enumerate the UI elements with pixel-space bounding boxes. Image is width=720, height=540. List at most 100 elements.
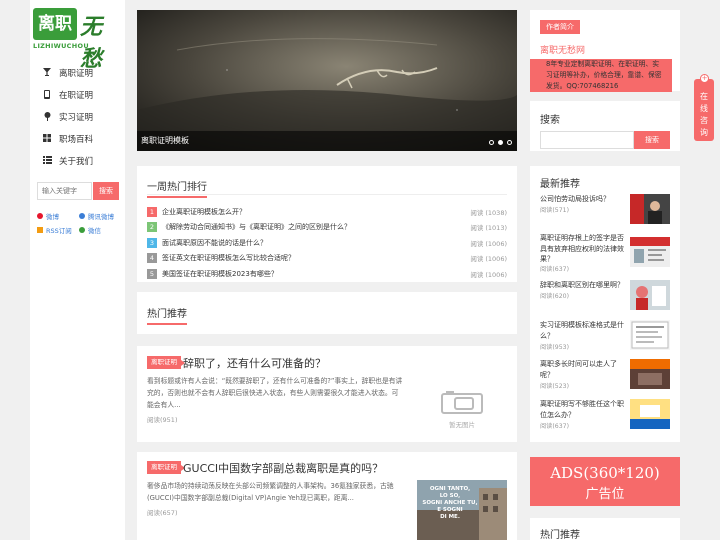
nav-label: 离职证明 [59, 69, 94, 79]
author-panel: 作者简介 离职无愁网 8年专业定制离职证明、在职证明、实 习证明等补办，价格合理… [530, 10, 680, 92]
news-thumbnail[interactable] [630, 194, 670, 224]
ad-line-1: ADS(360*120) [550, 464, 660, 482]
list-item[interactable]: 2 《解除劳动合同通知书》与《离职证明》之间的区别是什么？ 阅读 (1013) [147, 220, 507, 236]
category-tag[interactable]: 离职证明 [147, 461, 185, 474]
phone-icon [40, 89, 54, 101]
slider-dot[interactable] [507, 140, 512, 145]
news-title[interactable]: 公司怕劳动局投诉吗？ [540, 194, 626, 205]
hot-item-title[interactable]: 企业离职证明模板怎么开？ [162, 207, 246, 217]
pin-icon [40, 111, 54, 123]
list-item[interactable]: 实习证明模板标准格式是什么？ 阅读(953) [540, 320, 670, 354]
article-card[interactable]: 离职证明 GUCCI中国数字部副总裁离职是真的吗？ 奢侈品市场的持续动荡反映在头… [137, 452, 517, 540]
news-title[interactable]: 离职证明存根上的签字是否具有放弃相应权利的法律效果？ [540, 233, 626, 265]
read-count: 阅读 (1013) [470, 224, 507, 233]
camera-icon [441, 391, 483, 414]
news-thumbnail[interactable] [630, 359, 670, 389]
author-badge: 作者简介 [540, 20, 580, 34]
read-count: 阅读(620) [540, 293, 570, 300]
author-name[interactable]: 离职无愁网 [540, 43, 585, 56]
weekly-hot-panel: 一周热门排行 1 企业离职证明模板怎么开？ 阅读 (1038) 2 《解除劳动合… [137, 166, 517, 282]
read-count: 阅读 (1006) [470, 255, 507, 264]
excerpt-line: (GUCCI)中国数字部副总裁(Digital VP)Angie Yeh现已离职… [147, 494, 354, 502]
list-item[interactable]: 4 签证英文在职证明模板怎么写比较合适呢？ 阅读 (1006) [147, 251, 507, 267]
rss-link[interactable]: RSS订阅 [37, 225, 79, 235]
read-count: 阅读(951) [147, 416, 178, 424]
list-item[interactable]: 1 企业离职证明模板怎么开？ 阅读 (1038) [147, 204, 507, 220]
grid-icon [40, 134, 54, 144]
news-title[interactable]: 实习证明模板标准格式是什么？ [540, 320, 626, 341]
read-count: 阅读(953) [540, 344, 570, 351]
caption-line: E SOGNI [437, 507, 463, 513]
read-count: 阅读(571) [540, 207, 570, 214]
list-item[interactable]: 离职证明写不够胜任这个职位怎么办？ 阅读(637) [540, 399, 670, 433]
hot-item-title[interactable]: 签证英文在职证明模板怎么写比较合适呢？ [162, 253, 295, 263]
divider [147, 194, 507, 195]
category-tag[interactable]: 离职证明 [147, 356, 185, 369]
read-count: 阅读(637) [540, 266, 570, 273]
weekly-hot-title: 一周热门排行 [147, 178, 207, 198]
slider-dot[interactable] [489, 140, 494, 145]
caption-line: DI ME. [440, 514, 460, 520]
list-item[interactable]: 辞职和离职区别在哪里啊？ 阅读(620) [540, 280, 670, 314]
news-thumbnail[interactable] [630, 399, 670, 429]
news-title[interactable]: 离职证明写不够胜任这个职位怎么办？ [540, 399, 626, 420]
right-search-input[interactable] [540, 131, 634, 149]
ad-banner[interactable]: ADS(360*120) 广告位 [530, 457, 680, 506]
news-title[interactable]: 离职多长时间可以走人了呢？ [540, 359, 626, 380]
slider-caption[interactable]: 离职证明模板 [137, 131, 517, 151]
rank-badge: 5 [147, 268, 157, 279]
weekly-hot-list: 1 企业离职证明模板怎么开？ 阅读 (1038) 2 《解除劳动合同通知书》与《… [147, 204, 507, 282]
nav-item-about-us[interactable]: 关于我们 [40, 150, 122, 172]
news-thumbnail[interactable] [630, 320, 670, 350]
hot-item-title[interactable]: 美国签证在职证明模板2023有哪些？ [162, 269, 278, 279]
list-item[interactable]: 离职多长时间可以走人了呢？ 阅读(523) [540, 359, 670, 393]
nav-item-resignation-cert[interactable]: 离职证明 [40, 62, 122, 84]
article-title[interactable]: GUCCI中国数字部副总裁离职是真的吗？ [183, 460, 383, 476]
follow-label: RSS订阅 [46, 227, 72, 235]
hot-item-title[interactable]: 面试离职原因不能说的话是什么？ [162, 238, 267, 248]
article-excerpt: 奢侈品市场的持续动荡反映在头部公司频繁调整的人事架构。36氪独家获悉，古驰 (G… [147, 480, 417, 504]
excerpt-line: 看到标题或许有人会说：“既然要辞职了，还有什么可准备的?”事实上，辞职也是有讲 [147, 377, 403, 385]
slider-dot-active[interactable] [498, 140, 503, 145]
tencent-weibo-link[interactable]: 腾讯微博 [79, 211, 121, 221]
hot-item-title[interactable]: 《解除劳动合同通知书》与《离职证明》之间的区别是什么？ [162, 222, 351, 232]
list-item[interactable]: 3 面试离职原因不能说的话是什么？ 阅读 (1006) [147, 235, 507, 251]
nav-item-internship-cert[interactable]: 实习证明 [40, 106, 122, 128]
list-item[interactable]: 离职证明存根上的签字是否具有放弃相应权利的法律效果？ 阅读(637) [540, 233, 670, 273]
hero-slider[interactable]: 离职证明模板 [137, 10, 517, 151]
thumbnail-caption: OGNI TANTO, LO SO, SOGNI ANCHE TU, E SOG… [421, 486, 479, 521]
nav-item-employment-cert[interactable]: 在职证明 [40, 84, 122, 106]
weibo-link[interactable]: 微博 [37, 211, 79, 221]
follow-label: 腾讯微博 [88, 213, 114, 221]
news-title[interactable]: 辞职和离职区别在哪里啊？ [540, 280, 626, 291]
excerpt-line: 奢侈品市场的持续动荡反映在头部公司频繁调整的人事架构。36氪独家获悉，古驰 [147, 482, 394, 490]
article-card[interactable]: 离职证明 辞职了，还有什么可准备的？ 看到标题或许有人会说：“既然要辞职了，还有… [137, 346, 517, 442]
read-count: 阅读(637) [540, 423, 570, 430]
sidebar-search-button[interactable]: 搜索 [93, 182, 119, 200]
latest-panel: 最新推荐 公司怕劳动局投诉吗？ 阅读(571) 离职证明存根上的签字是否具有放弃… [530, 166, 680, 442]
nav-label: 实习证明 [59, 113, 94, 123]
caption-line: LO SO, [439, 493, 461, 499]
author-description: 8年专业定制离职证明、在职证明、实 习证明等补办，价格合理，靠谱、保密 发货。Q… [530, 59, 672, 92]
sidebar-search-input[interactable] [37, 182, 92, 200]
article-excerpt: 看到标题或许有人会说：“既然要辞职了，还有什么可准备的?”事实上，辞职也是有讲 … [147, 375, 417, 411]
list-item[interactable]: 5 美国签证在职证明模板2023有哪些？ 阅读 (1006) [147, 266, 507, 282]
article-title[interactable]: 辞职了，还有什么可准备的？ [183, 355, 326, 371]
online-consult-tab[interactable]: + 在线咨询 [694, 74, 714, 141]
nav-item-workplace-wiki[interactable]: 职场百科 [40, 128, 122, 150]
list-item[interactable]: 公司怕劳动局投诉吗？ 阅读(571) [540, 194, 670, 228]
wechat-link[interactable]: 微信 [79, 225, 121, 235]
rank-badge: 3 [147, 237, 157, 248]
news-thumbnail[interactable] [630, 237, 670, 267]
nav-label: 关于我们 [59, 157, 94, 167]
follow-links: 微博 腾讯微博 RSS订阅 微信 [37, 209, 122, 237]
article-thumbnail[interactable]: OGNI TANTO, LO SO, SOGNI ANCHE TU, E SOG… [417, 480, 507, 540]
news-thumbnail[interactable] [630, 280, 670, 310]
right-search-button[interactable]: 搜索 [634, 131, 670, 149]
site-logo[interactable]: 离职 无愁 LIZHIWUCHOU [33, 8, 123, 72]
nav-label: 职场百科 [59, 135, 94, 145]
rss-icon [37, 227, 43, 233]
read-count: 阅读 (1006) [470, 239, 507, 248]
no-image-placeholder[interactable]: 暂无图片 [439, 390, 485, 430]
excerpt-line: 究的，否则也就不会有人辞职后很快进入状态，有些人则需要很久才能进入状态。可 [147, 389, 399, 397]
